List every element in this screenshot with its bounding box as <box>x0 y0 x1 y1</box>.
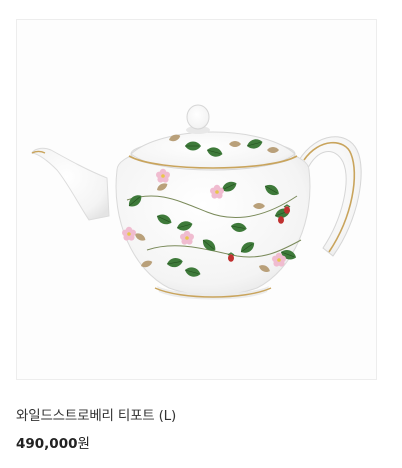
product-image-card[interactable] <box>16 19 377 380</box>
product-name[interactable]: 와일드스트로베리 티포트 (L) <box>16 404 176 424</box>
teapot-image <box>31 104 362 300</box>
product-price: 490,000원 <box>16 432 90 452</box>
price-value: 490,000 <box>16 436 78 452</box>
price-unit: 원 <box>77 436 90 452</box>
